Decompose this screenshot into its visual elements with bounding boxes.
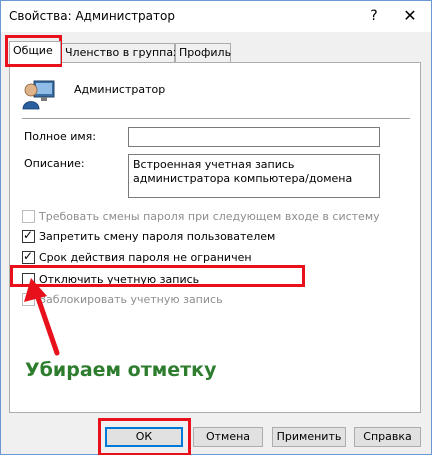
checkbox-label: Срок действия пароля не ограничен <box>39 250 252 264</box>
checkbox-row-require-password-change[interactable]: Требовать смены пароля при следующем вхо… <box>22 208 380 224</box>
title-bar: Свойства: Администратор ? ✕ <box>1 1 431 32</box>
annotation-text: Убираем отметку <box>25 359 217 381</box>
description-field[interactable]: Встроенная учетная запись администратора… <box>128 154 380 198</box>
description-label: Описание: <box>24 157 85 170</box>
password-never-expires-checkbox[interactable]: ✓ <box>22 248 35 264</box>
user-icon <box>22 80 55 110</box>
checkbox-row-prevent-password-change[interactable]: ✓ Запретить смену пароля пользователем <box>22 228 275 244</box>
separator <box>22 118 410 119</box>
lock-account-checkbox[interactable] <box>22 292 35 306</box>
full-name-field[interactable] <box>128 127 380 147</box>
tab-group-membership[interactable]: Членство в группах <box>61 43 180 63</box>
ok-button[interactable]: ОК <box>105 427 183 447</box>
close-icon[interactable]: ✕ <box>397 5 423 27</box>
help-icon[interactable]: ? <box>361 5 387 27</box>
apply-button[interactable]: Применить <box>272 427 346 447</box>
full-name-label: Полное имя: <box>24 130 96 143</box>
tab-profile[interactable]: Профиль <box>175 43 231 63</box>
properties-dialog: Свойства: Администратор ? ✕ Общие Членст… <box>0 0 432 455</box>
prevent-password-change-checkbox[interactable]: ✓ <box>22 227 35 243</box>
require-password-change-checkbox[interactable] <box>22 209 35 223</box>
checkbox-label: Требовать смены пароля при следующем вхо… <box>39 209 380 223</box>
cancel-button[interactable]: Отмена <box>193 427 263 447</box>
checkbox-row-lock-account[interactable]: Заблокировать учетную запись <box>22 291 223 307</box>
check-icon: ✓ <box>23 248 34 263</box>
checkbox-label: Запретить смену пароля пользователем <box>39 229 276 243</box>
tab-general[interactable]: Общие <box>9 41 61 64</box>
user-name: Администратор <box>74 83 166 96</box>
highlight-disable-checkbox <box>10 265 305 287</box>
checkbox-label: Заблокировать учетную запись <box>39 292 223 306</box>
checkbox-row-password-never-expires[interactable]: ✓ Срок действия пароля не ограничен <box>22 249 252 265</box>
check-icon: ✓ <box>23 227 34 242</box>
help-button[interactable]: Справка <box>354 427 421 447</box>
window-title: Свойства: Администратор <box>9 9 175 23</box>
